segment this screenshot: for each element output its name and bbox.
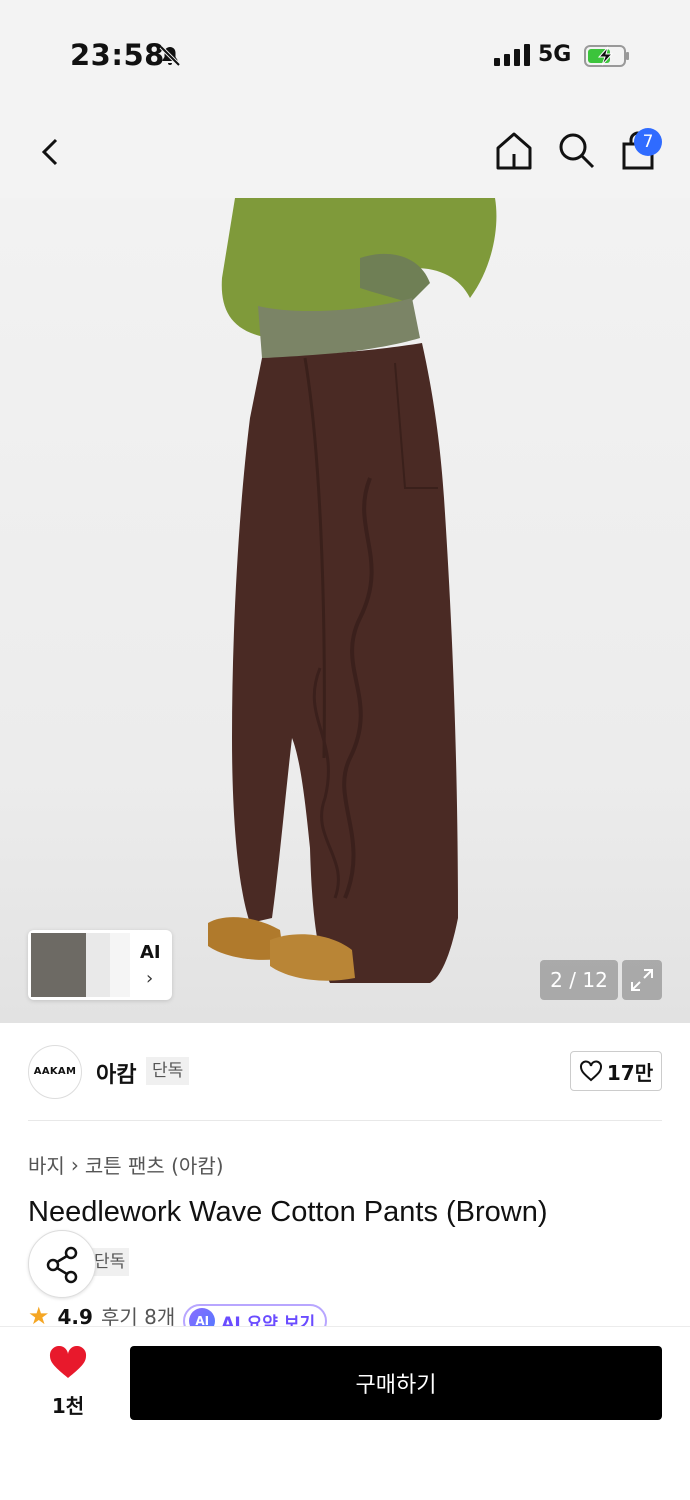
chevron-right-icon[interactable]: › — [146, 968, 153, 989]
brand-like-button[interactable]: 17만 — [570, 1051, 662, 1091]
heart-filled-icon[interactable] — [48, 1346, 88, 1380]
review-count[interactable]: 후기 8개 — [101, 1304, 175, 1326]
thumbnail-image — [86, 933, 112, 997]
brand-row: AAKAM 아캄 단독 17만 — [0, 1023, 690, 1121]
ai-summary-button[interactable]: AI AI 요약 보기 — [183, 1304, 328, 1327]
thumbnail-image — [110, 933, 130, 997]
silent-bell-icon — [159, 45, 181, 67]
favorite-count: 1천 — [51, 1394, 85, 1418]
status-bar: 23:58 5G — [0, 0, 690, 110]
cart-count-badge: 7 — [634, 128, 662, 156]
network-type: 5G — [538, 42, 572, 67]
share-button[interactable] — [28, 1230, 96, 1298]
divider — [28, 1120, 662, 1121]
ai-icon: AI — [189, 1308, 216, 1326]
brand-logo[interactable]: AAKAM — [28, 1045, 82, 1099]
breadcrumb: 바지 › 코튼 팬츠 (아캄) — [28, 1150, 224, 1179]
rating-value: 4.9 — [57, 1305, 93, 1326]
expand-icon[interactable] — [622, 960, 662, 1000]
status-time: 23:58 — [70, 38, 165, 72]
home-icon[interactable] — [494, 130, 534, 172]
star-icon: ★ — [28, 1304, 50, 1326]
brand-like-count: 17만 — [606, 1060, 654, 1085]
ai-thumbnail-strip[interactable] — [28, 930, 172, 1000]
product-title: Needlework Wave Cotton Pants (Brown) — [28, 1196, 548, 1228]
exclusive-badge: 단독 — [146, 1057, 190, 1085]
share-icon — [46, 1246, 78, 1284]
battery-charging-icon — [584, 45, 629, 67]
heart-outline-icon — [579, 1060, 602, 1082]
breadcrumb-subcategory[interactable]: 코튼 팬츠 (아캄) — [85, 1150, 224, 1179]
back-icon[interactable] — [34, 132, 74, 172]
chevron-right-icon: › — [70, 1152, 79, 1177]
product-image[interactable] — [0, 198, 690, 1023]
search-icon[interactable] — [556, 130, 596, 172]
signal-icon — [494, 44, 530, 66]
ai-label[interactable]: AI — [140, 942, 161, 963]
brand-name[interactable]: 아캄 — [96, 1057, 136, 1089]
thumbnail-image — [31, 933, 87, 997]
buy-button[interactable]: 구매하기 — [130, 1346, 662, 1420]
rating-row: ★ 4.9 후기 8개 AI AI 요약 보기 — [28, 1304, 328, 1327]
product-photo — [208, 198, 497, 983]
top-nav — [0, 110, 690, 198]
breadcrumb-category[interactable]: 바지 — [28, 1150, 65, 1179]
image-counter: 2 / 12 — [540, 960, 618, 1000]
ai-summary-label: AI 요약 보기 — [221, 1313, 316, 1327]
